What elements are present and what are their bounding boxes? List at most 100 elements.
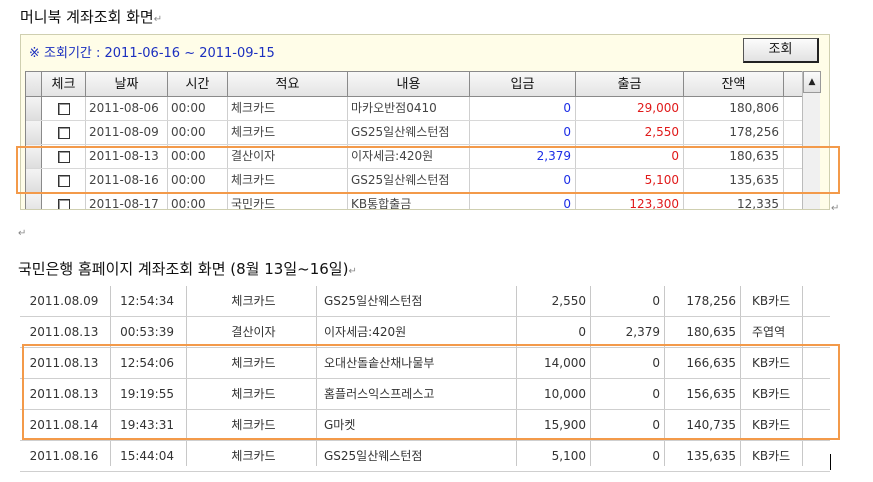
column-header-balance[interactable]: 잔액 xyxy=(684,72,784,96)
description-cell: GS25일산웨스턴점 xyxy=(324,449,423,463)
description-cell: GS25일산웨스턴점 xyxy=(348,121,470,144)
withdrawal-cell: 15,900 xyxy=(544,418,586,432)
memo-cell: 결산이자 xyxy=(228,145,348,168)
time-cell: 19:19:55 xyxy=(120,387,174,401)
time-cell: 12:54:06 xyxy=(120,356,174,370)
deposit-cell: 0 xyxy=(652,449,660,463)
row-selector[interactable] xyxy=(26,169,42,192)
withdrawal-cell: 14,000 xyxy=(544,356,586,370)
column-header-memo[interactable]: 적요 xyxy=(228,72,348,96)
description-cell: 이자세금:420원 xyxy=(348,145,470,168)
moneybook-heading-text: 머니북 계좌조회 화면 xyxy=(20,8,154,26)
row-checkbox[interactable] xyxy=(57,126,70,139)
check-cell xyxy=(42,121,86,144)
withdrawal-cell: 2,550 xyxy=(576,121,684,144)
memo-cell: 체크카드 xyxy=(231,356,276,370)
grid-row[interactable]: 2011-08-06 00:00 체크카드 마카오반점0410 0 29,000… xyxy=(26,97,820,121)
note-cell: KB카드 xyxy=(752,294,791,308)
description-cell: 이자세금:420원 xyxy=(324,325,407,339)
withdrawal-cell: 10,000 xyxy=(544,387,586,401)
deposit-cell: 0 xyxy=(470,97,576,120)
time-cell: 00:53:39 xyxy=(120,325,174,339)
memo-cell: 체크카드 xyxy=(231,387,276,401)
transaction-grid: 체크 날짜 시간 적요 내용 입금 출금 잔액 2011-08-06 00:00… xyxy=(25,71,821,209)
withdrawal-cell: 0 xyxy=(576,145,684,168)
withdrawal-cell: 5,100 xyxy=(576,169,684,192)
grid-header: 체크 날짜 시간 적요 내용 입금 출금 잔액 xyxy=(26,71,820,97)
kb-heading: 국민은행 홈페이지 계좌조회 화면 (8월 13일~16일)↵ xyxy=(18,258,357,279)
memo-cell: 결산이자 xyxy=(231,325,276,339)
deposit-cell: 0 xyxy=(652,356,660,370)
column-header-check[interactable]: 체크 xyxy=(42,72,86,96)
balance-cell: 12,335 xyxy=(684,193,784,209)
deposit-cell: 2,379 xyxy=(625,325,660,339)
row-selector[interactable] xyxy=(26,193,42,209)
note-cell: KB카드 xyxy=(752,387,791,401)
grid-row[interactable]: 2011-08-13 00:00 결산이자 이자세금:420원 2,379 0 … xyxy=(26,145,820,169)
table-row: 2011.08.09 12:54:34 체크카드 GS25일산웨스턴점 2,55… xyxy=(20,286,830,317)
note-cell: KB카드 xyxy=(752,418,791,432)
description-cell: 마카오반점0410 xyxy=(348,97,470,120)
deposit-cell: 0 xyxy=(470,193,576,209)
table-row: 2011.08.14 19:43:31 체크카드 G마켓 15,900 0 14… xyxy=(20,410,830,441)
row-checkbox[interactable] xyxy=(57,174,70,187)
paragraph-mark-icon: ↵ xyxy=(831,203,840,214)
description-cell: G마켓 xyxy=(324,418,356,432)
vertical-scrollbar[interactable]: ▲ xyxy=(802,71,821,209)
withdrawal-cell: 5,100 xyxy=(551,449,586,463)
deposit-cell: 2,379 xyxy=(470,145,576,168)
kb-transaction-table: 2011.08.09 12:54:34 체크카드 GS25일산웨스턴점 2,55… xyxy=(20,286,830,482)
note-cell: KB카드 xyxy=(752,449,791,463)
column-header-withdrawal[interactable]: 출금 xyxy=(576,72,684,96)
time-cell: 00:00 xyxy=(168,97,228,120)
row-checkbox[interactable] xyxy=(57,102,70,115)
balance-cell: 180,635 xyxy=(684,145,784,168)
query-period-label: ※ 조회기간 : 2011-06-16 ~ 2011-09-15 xyxy=(29,46,275,61)
deposit-cell: 0 xyxy=(652,387,660,401)
column-header-date[interactable]: 날짜 xyxy=(86,72,168,96)
kb-heading-text: 국민은행 홈페이지 계좌조회 화면 (8월 13일~16일) xyxy=(18,260,349,278)
grid-row[interactable]: 2011-08-17 00:00 국민카드 KB통합출금 0 123,300 1… xyxy=(26,193,820,209)
paragraph-mark-icon: ↵ xyxy=(348,266,357,277)
memo-cell: 체크카드 xyxy=(228,121,348,144)
balance-cell: 135,635 xyxy=(684,169,784,192)
date-cell: 2011.08.13 xyxy=(29,356,99,370)
column-header-description[interactable]: 내용 xyxy=(348,72,470,96)
query-button[interactable]: 조회 xyxy=(743,38,819,63)
grid-row[interactable]: 2011-08-16 00:00 체크카드 GS25일산웨스턴점 0 5,100… xyxy=(26,169,820,193)
balance-cell: 135,635 xyxy=(686,449,736,463)
balance-cell: 178,256 xyxy=(686,294,736,308)
date-cell: 2011.08.13 xyxy=(29,387,99,401)
balance-cell: 180,806 xyxy=(684,97,784,120)
description-cell: GS25일산웨스턴점 xyxy=(348,169,470,192)
table-row: 2011.08.13 12:54:06 체크카드 오대산돌솥산채나물부 14,0… xyxy=(20,348,830,379)
row-selector-header xyxy=(26,72,42,96)
time-cell: 19:43:31 xyxy=(120,418,174,432)
row-selector[interactable] xyxy=(26,97,42,120)
time-cell: 00:00 xyxy=(168,145,228,168)
memo-cell: 체크카드 xyxy=(231,449,276,463)
grid-row[interactable]: 2011-08-09 00:00 체크카드 GS25일산웨스턴점 0 2,550… xyxy=(26,121,820,145)
column-header-time[interactable]: 시간 xyxy=(168,72,228,96)
deposit-cell: 0 xyxy=(652,294,660,308)
row-checkbox[interactable] xyxy=(57,198,70,209)
memo-cell: 국민카드 xyxy=(228,193,348,209)
row-selector[interactable] xyxy=(26,121,42,144)
time-cell: 12:54:34 xyxy=(120,294,174,308)
row-selector[interactable] xyxy=(26,145,42,168)
check-cell xyxy=(42,97,86,120)
balance-cell: 178,256 xyxy=(684,121,784,144)
balance-cell: 140,735 xyxy=(686,418,736,432)
withdrawal-cell: 2,550 xyxy=(551,294,586,308)
date-cell: 2011-08-06 xyxy=(86,97,168,120)
withdrawal-cell: 29,000 xyxy=(576,97,684,120)
column-header-deposit[interactable]: 입금 xyxy=(470,72,576,96)
date-cell: 2011-08-09 xyxy=(86,121,168,144)
description-cell: KB통합출금 xyxy=(348,193,470,209)
description-cell: 홈플러스익스프레스고 xyxy=(324,387,435,401)
row-checkbox[interactable] xyxy=(57,150,70,163)
date-cell: 2011-08-16 xyxy=(86,169,168,192)
date-cell: 2011-08-13 xyxy=(86,145,168,168)
moneybook-heading: 머니북 계좌조회 화면↵ xyxy=(20,6,162,27)
scroll-up-arrow-icon[interactable]: ▲ xyxy=(803,71,821,93)
